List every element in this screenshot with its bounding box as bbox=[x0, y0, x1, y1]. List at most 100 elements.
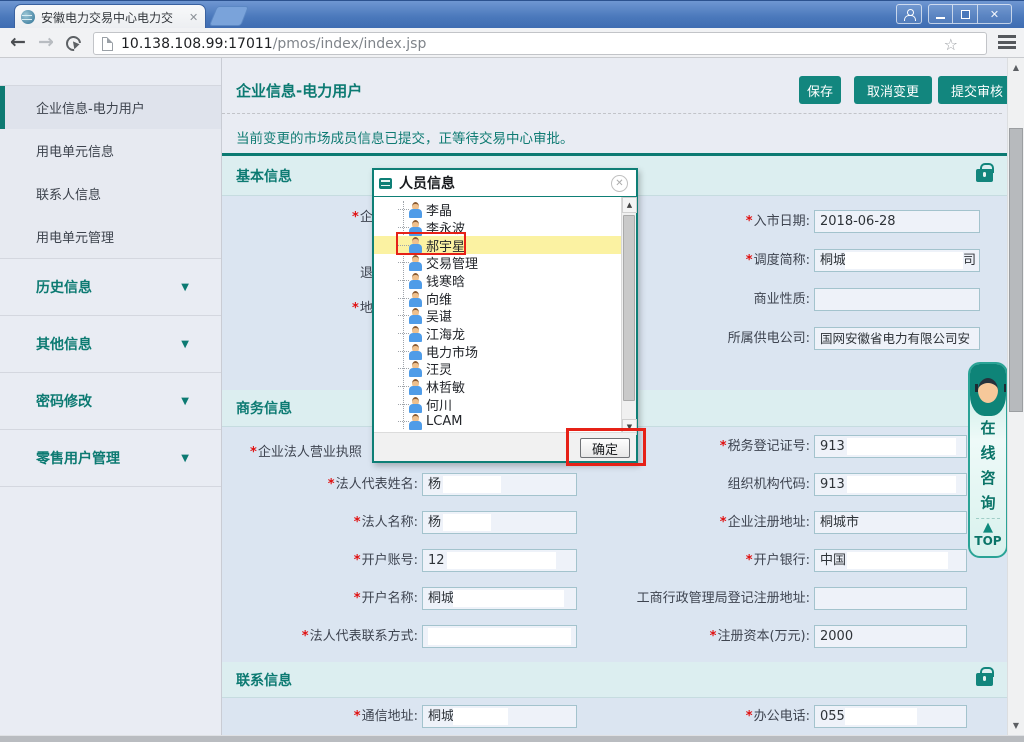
sidebar-item-power-unit-info[interactable]: 用电单元信息 bbox=[0, 129, 221, 172]
field-office-phone: *办公电话: 055 bbox=[514, 705, 967, 728]
field-value: 2018-06-28 bbox=[820, 214, 896, 229]
page-title: 企业信息-电力用户 bbox=[236, 80, 362, 101]
divider bbox=[222, 113, 1002, 114]
industry-admin-address-input[interactable] bbox=[814, 587, 967, 610]
annotation-ok-button bbox=[566, 428, 646, 466]
company-registered-address-input[interactable]: 桐城市 bbox=[814, 511, 967, 534]
field-industry-admin-address: 工商行政管理局登记注册地址: bbox=[514, 587, 967, 610]
close-button[interactable]: ✕ bbox=[978, 4, 1012, 24]
save-button[interactable]: 保存 bbox=[799, 76, 841, 104]
person-icon bbox=[409, 361, 422, 377]
sidebar-item-password[interactable]: 密码修改▼ bbox=[0, 372, 221, 429]
office-phone-input[interactable]: 055 bbox=[814, 705, 967, 728]
scroll-up-icon[interactable]: ▲ bbox=[622, 197, 637, 213]
field-value: 杨 bbox=[428, 515, 441, 530]
maximize-button[interactable] bbox=[953, 4, 978, 24]
required-mark: * bbox=[720, 439, 727, 454]
page-icon bbox=[102, 37, 113, 51]
redaction-patch bbox=[845, 708, 917, 725]
field-value: 055 bbox=[820, 709, 845, 724]
redaction-patch bbox=[443, 476, 501, 493]
power-supply-company-input[interactable]: 国网安徽省电力有限公司安 bbox=[814, 327, 980, 350]
scrollbar-thumb[interactable] bbox=[623, 215, 635, 401]
field-label: 税务登记证号: bbox=[728, 439, 810, 454]
titlebar: 安徽电力交易中心电力交 ✕ ✕ bbox=[0, 0, 1024, 28]
person-icon bbox=[904, 9, 914, 19]
minimize-icon bbox=[936, 17, 945, 19]
list-item[interactable]: 林哲敏 bbox=[376, 378, 619, 395]
scroll-up-icon[interactable]: ▲ bbox=[1008, 63, 1024, 72]
sidebar-item-company-info[interactable]: 企业信息-电力用户 bbox=[0, 86, 221, 129]
back-button[interactable]: ← bbox=[10, 32, 26, 52]
list-item[interactable]: 李晶 bbox=[376, 201, 619, 218]
window-bottom-frame bbox=[0, 735, 1024, 742]
personnel-dialog: 人员信息 ✕ 李晶 李永波 郝宇星 交易管理 钱寒晗 向维 吴谌 江海龙 电力市… bbox=[372, 168, 638, 463]
sidebar-item-contact-info[interactable]: 联系人信息 bbox=[0, 172, 221, 215]
business-nature-input[interactable] bbox=[814, 288, 980, 311]
list-item[interactable]: 向维 bbox=[376, 290, 619, 307]
person-icon bbox=[409, 344, 422, 360]
required-mark: * bbox=[354, 553, 361, 568]
sidebar-header bbox=[0, 58, 221, 86]
field-label: 所属供电公司: bbox=[728, 331, 810, 346]
annotation-selected-person bbox=[396, 232, 466, 255]
redaction-patch bbox=[845, 252, 963, 269]
dialog-header[interactable]: 人员信息 ✕ bbox=[374, 170, 636, 197]
bookmark-star-icon[interactable]: ☆ bbox=[944, 35, 958, 54]
sidebar-item-power-unit-mgmt[interactable]: 用电单元管理 bbox=[0, 215, 221, 258]
registered-capital-input[interactable]: 2000 bbox=[814, 625, 967, 648]
new-tab-button[interactable] bbox=[209, 6, 249, 26]
field-value: 中国 bbox=[820, 553, 846, 568]
bank-name-input[interactable]: 中国 bbox=[814, 549, 967, 572]
list-item[interactable]: 江海龙 bbox=[376, 325, 619, 342]
section-title: 商务信息 bbox=[236, 398, 292, 418]
chevron-down-icon: ▼ bbox=[181, 282, 189, 293]
online-consult-widget[interactable]: 在 线 咨 询 ▲ TOP bbox=[968, 362, 1008, 558]
scroll-down-icon[interactable]: ▼ bbox=[1008, 721, 1024, 730]
scroll-top-label[interactable]: TOP bbox=[970, 534, 1006, 548]
forward-button[interactable]: → bbox=[38, 32, 54, 52]
page-scrollbar[interactable]: ▲ ▼ bbox=[1007, 58, 1024, 735]
field-label: 办公电话: bbox=[754, 709, 810, 724]
lock-icon bbox=[976, 673, 993, 686]
browser-tab[interactable]: 安徽电力交易中心电力交 ✕ bbox=[14, 4, 206, 29]
dispatch-abbr-input[interactable]: 桐城司 bbox=[814, 249, 980, 272]
list-item[interactable]: 电力市场 bbox=[376, 343, 619, 360]
sidebar-item-other-info[interactable]: 其他信息▼ bbox=[0, 315, 221, 372]
field-value: 国网安徽省电力有限公司安 bbox=[820, 331, 970, 346]
sidebar-item-history[interactable]: 历史信息▼ bbox=[0, 258, 221, 315]
cancel-change-button[interactable]: 取消变更 bbox=[854, 76, 932, 104]
address-bar[interactable]: 10.138.108.99:17011/pmos/index/index.jsp… bbox=[93, 32, 987, 55]
market-entry-date-input[interactable]: 2018-06-28 bbox=[814, 210, 980, 233]
scrollbar-thumb[interactable] bbox=[1009, 128, 1023, 412]
tab-title: 安徽电力交易中心电力交 bbox=[41, 9, 187, 26]
tax-registration-input[interactable]: 913 bbox=[814, 435, 967, 458]
list-item[interactable]: 交易管理 bbox=[376, 254, 619, 271]
field-value-suffix: 司 bbox=[963, 250, 976, 271]
field-label: 法人代表姓名: bbox=[336, 477, 418, 492]
field-label-fragment: *地 bbox=[352, 297, 373, 316]
list-item[interactable]: 何川 bbox=[376, 396, 619, 413]
list-item[interactable]: 吴谌 bbox=[376, 307, 619, 324]
close-icon: ✕ bbox=[990, 8, 999, 21]
field-label-fragment: *企 bbox=[352, 206, 373, 225]
tab-close-icon[interactable]: ✕ bbox=[189, 12, 198, 23]
scroll-top-icon[interactable]: ▲ bbox=[970, 521, 1006, 534]
field-label: 法人名称: bbox=[362, 515, 418, 530]
chevron-down-icon: ▼ bbox=[181, 396, 189, 407]
dialog-close-icon[interactable]: ✕ bbox=[611, 175, 628, 192]
minimize-button[interactable] bbox=[928, 4, 953, 24]
section-contact-info: 联系信息 bbox=[222, 662, 1007, 698]
widget-char: 在 bbox=[970, 416, 1006, 441]
field-org-code: 组织机构代码: 913 bbox=[514, 473, 967, 496]
org-code-input[interactable]: 913 bbox=[814, 473, 967, 496]
redaction-patch bbox=[847, 552, 948, 569]
person-icon bbox=[409, 273, 422, 289]
submit-review-button[interactable]: 提交审核 bbox=[938, 76, 1016, 104]
list-item[interactable]: 汪灵 bbox=[376, 360, 619, 377]
menu-icon[interactable] bbox=[998, 35, 1016, 52]
list-item[interactable]: 钱寒晗 bbox=[376, 272, 619, 289]
profile-button[interactable] bbox=[896, 4, 922, 24]
dialog-scrollbar[interactable]: ▲ ▼ bbox=[621, 197, 636, 435]
redaction-patch bbox=[453, 708, 508, 725]
